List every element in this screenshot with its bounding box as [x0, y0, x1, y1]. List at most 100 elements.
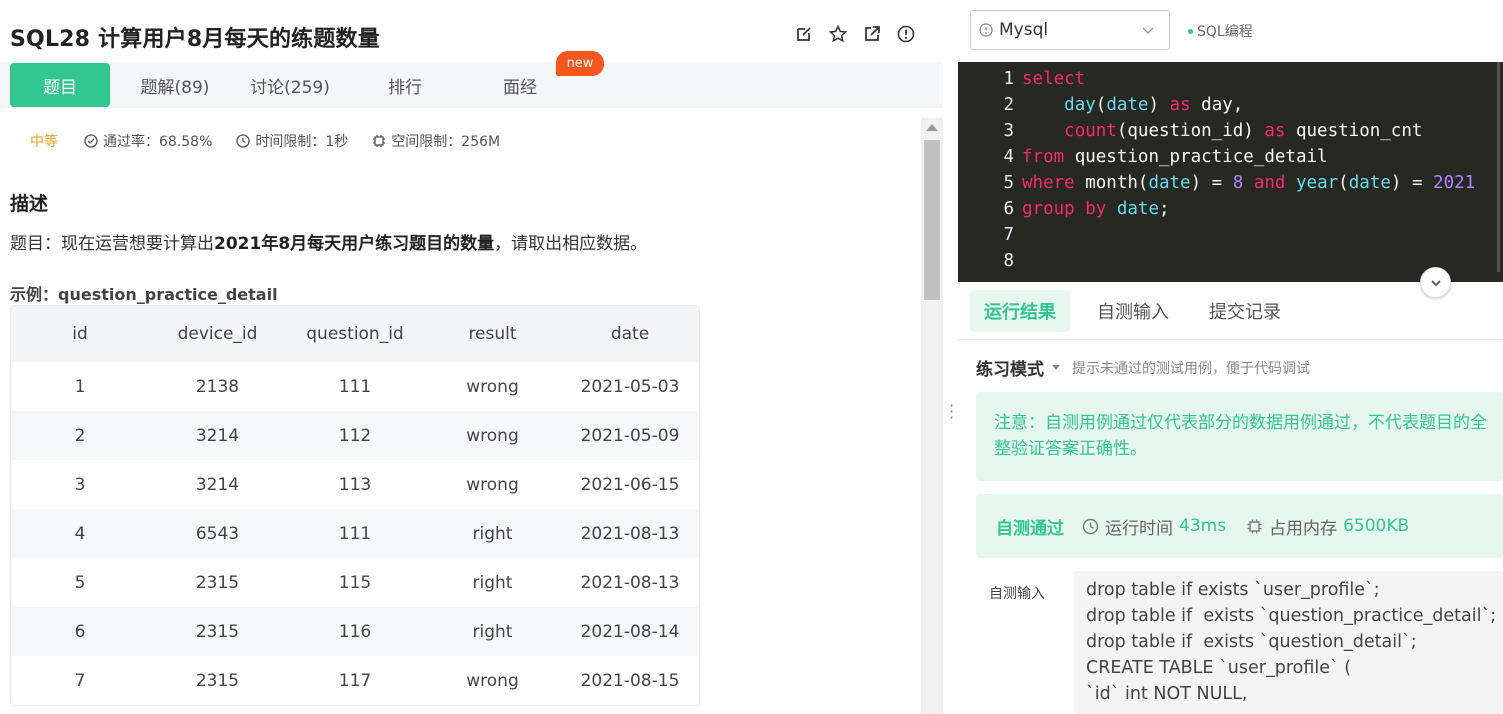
table-cell: 115: [338, 572, 372, 593]
scroll-up-arrow-icon[interactable]: [926, 124, 938, 131]
pass-rate-text: 通过率：68.58%: [103, 134, 213, 150]
table-cell: 117: [338, 670, 372, 691]
practice-mode-row: 练习模式 提示未通过的测试用例，便于代码调试: [976, 355, 1310, 380]
table-header-cell: date: [610, 324, 650, 344]
table-cell: 2021-05-03: [580, 376, 680, 397]
notice-line: 整验证答案正确性。: [994, 439, 1147, 459]
space-limit-text: 空间限制：256M: [391, 134, 501, 150]
example-table: id device_id question_id result date 1 21…: [10, 305, 700, 706]
chip-icon: [373, 135, 386, 147]
table-cell: 2021-06-15: [580, 474, 680, 495]
tab-interviews[interactable]: 面经: [470, 63, 570, 107]
time-limit: 时间限制：1秒: [236, 131, 348, 151]
runtime-label: 运行时间: [1105, 518, 1173, 539]
tab-solutions[interactable]: 题解(89): [125, 63, 225, 107]
new-badge: new: [556, 51, 604, 76]
chip-icon: [1247, 519, 1262, 533]
self-input-label: 自测输入: [989, 586, 1045, 602]
table-cell: 2315: [195, 572, 240, 593]
table-cell: 2021-08-15: [580, 670, 680, 691]
star-icon[interactable]: [828, 24, 848, 44]
line-number: 7: [1003, 225, 1014, 245]
table-cell: 2021-08-13: [580, 523, 680, 544]
status-dot-icon: [1188, 28, 1193, 34]
table-cell: 2315: [195, 670, 240, 691]
mode-tag: SQL编程: [1188, 21, 1253, 41]
table-cell: wrong: [466, 425, 519, 446]
problem-meta: 中等 通过率：68.58% 时间限制：1秒 空间限制：256M: [30, 131, 524, 151]
table-cell: wrong: [466, 376, 519, 397]
code-line: 4 from question_practice_detail: [958, 144, 1327, 170]
editor-scrollbar[interactable]: [1497, 62, 1500, 272]
line-number: 2: [1003, 95, 1014, 115]
code-line: 5 where month(date) = 8 and year(date) = …: [958, 170, 1475, 196]
test-result-box: 自测通过 运行时间 43ms 占用内存 6500KB: [976, 494, 1503, 558]
table-cell: 5: [74, 572, 86, 593]
drag-handle-icon[interactable]: · · ·: [949, 398, 954, 426]
panel-splitter[interactable]: · · ·: [943, 0, 958, 714]
tab-submission-history[interactable]: 提交记录: [1195, 290, 1295, 332]
line-number: 6: [1003, 199, 1014, 219]
page-title: SQL28 计算用户8月每天的练题数量: [10, 27, 380, 52]
table-cell: wrong: [466, 474, 519, 495]
line-number: 5: [1003, 173, 1014, 193]
table-cell: 2021-05-09: [580, 425, 680, 446]
table-cell: 2021-08-14: [580, 621, 680, 642]
desc-bold: 2021年8月每天用户练习题目的数量: [214, 234, 495, 254]
table-cell: right: [472, 572, 513, 593]
caret-down-icon[interactable]: [1052, 365, 1060, 370]
table-cell: 3: [74, 474, 86, 495]
problem-scrollbar[interactable]: [921, 118, 943, 714]
check-circle-icon: [84, 134, 98, 148]
chevron-down-icon: [1430, 279, 1441, 286]
table-row: 3 3214 113 wrong 2021-06-15: [11, 460, 699, 509]
info-circle-icon: [979, 23, 993, 37]
notice-line: 注意：自测用例通过仅代表部分的数据用例通过，不代表题目的全: [994, 413, 1487, 433]
tab-discussion[interactable]: 讨论(259): [240, 63, 340, 107]
language-select[interactable]: Mysql: [970, 10, 1170, 50]
example-label: 示例：question_practice_detail: [10, 285, 278, 304]
code-line: 7: [958, 222, 1022, 248]
external-link-icon[interactable]: [862, 24, 882, 44]
table-row: 7 2315 117 wrong 2021-08-15: [11, 656, 699, 705]
table-cell: 7: [74, 670, 86, 691]
practice-mode-select[interactable]: 练习模式: [976, 355, 1044, 380]
mode-tag-text: SQL编程: [1197, 24, 1253, 40]
memory-value: 6500KB: [1343, 516, 1410, 536]
collapse-editor-button[interactable]: [1420, 267, 1451, 298]
problem-panel: SQL28 计算用户8月每天的练题数量 题目 题解(89) 讨论(259) 排行…: [0, 0, 943, 714]
table-header-row: id device_id question_id result date: [11, 306, 699, 362]
problem-tabs: 题目 题解(89) 讨论(259) 排行 面经: [0, 62, 943, 108]
info-icon[interactable]: [896, 24, 916, 44]
tab-self-test-input[interactable]: 自测输入: [1083, 290, 1183, 332]
code-line: 8: [958, 248, 1022, 274]
table-cell: 3214: [195, 425, 240, 446]
scrollbar-thumb[interactable]: [924, 140, 940, 300]
pass-status: 自测通过: [996, 518, 1064, 539]
table-cell: 111: [338, 376, 372, 397]
difficulty-label: 中等: [30, 134, 58, 150]
edit-icon[interactable]: [794, 24, 814, 44]
tab-problem[interactable]: 题目: [10, 63, 110, 107]
table-header-cell: id: [72, 324, 88, 344]
code-editor[interactable]: 1 select 2 day(date) as day, 3 count (ques…: [958, 62, 1503, 282]
table-row: 2 3214 112 wrong 2021-05-09: [11, 411, 699, 460]
table-cell: 116: [338, 621, 372, 642]
chevron-down-icon: [1142, 27, 1154, 34]
table-cell: 4: [74, 523, 86, 544]
language-value: Mysql: [999, 20, 1049, 40]
tab-ranking[interactable]: 排行: [355, 63, 455, 107]
table-cell: 2138: [195, 376, 240, 397]
table-row: 6 2315 116 right 2021-08-14: [11, 607, 699, 656]
desc-prefix: 题目：现在运营想要计算出: [10, 234, 214, 254]
clock-icon: [1082, 518, 1099, 534]
self-input-content[interactable]: drop table if exists `user_profile`; dro…: [1074, 571, 1503, 714]
table-cell: 1: [74, 376, 86, 397]
table-row: 4 6543 111 right 2021-08-13: [11, 509, 699, 558]
tab-run-result[interactable]: 运行结果: [970, 290, 1070, 332]
table-cell: right: [472, 523, 513, 544]
table-row: 5 2315 115 right 2021-08-13: [11, 558, 699, 607]
time-limit-text: 时间限制：1秒: [255, 134, 349, 150]
table-cell: 6543: [195, 523, 240, 544]
table-cell: 3214: [195, 474, 240, 495]
